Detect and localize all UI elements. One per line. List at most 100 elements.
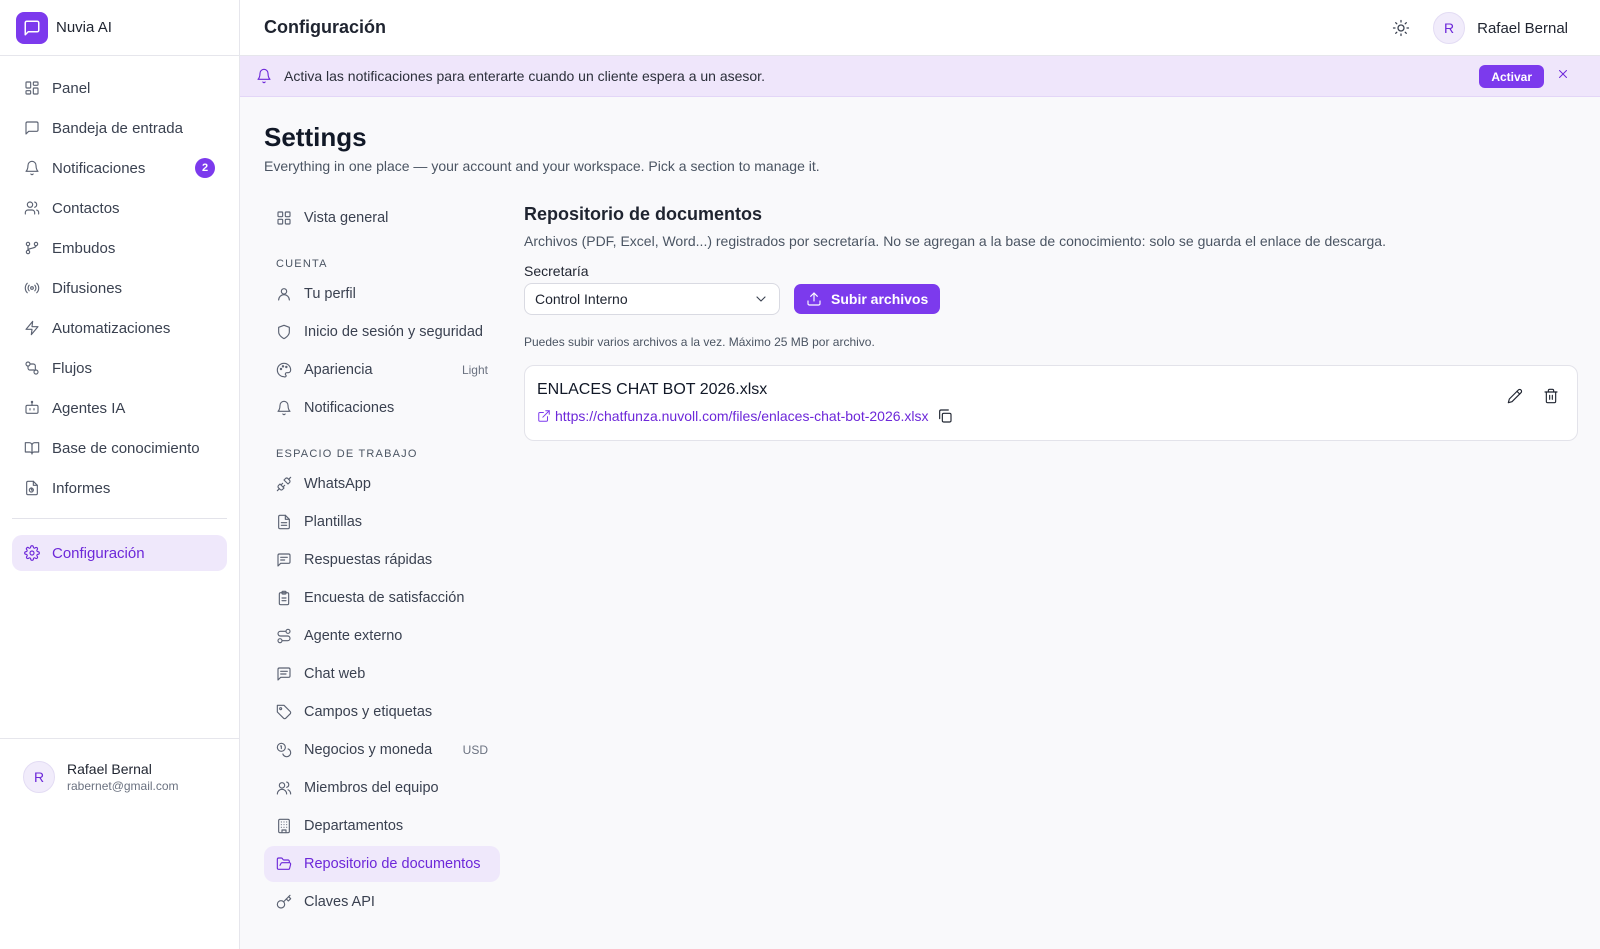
sidebar-item-label: Embudos xyxy=(52,239,116,257)
settings-item-notifications[interactable]: Notificaciones xyxy=(264,390,500,426)
sidebar-item-settings[interactable]: Configuración xyxy=(12,535,227,571)
settings-item-label: Campos y etiquetas xyxy=(304,704,433,720)
user-name: Rafael Bernal xyxy=(67,760,152,777)
sidebar-item-label: Agentes IA xyxy=(52,399,126,417)
sun-icon xyxy=(1392,19,1410,37)
chat-logo-icon xyxy=(16,11,48,44)
settings-item-team-members[interactable]: Miembros del equipo xyxy=(264,770,500,806)
settings-item-label: Tu perfil xyxy=(304,286,356,302)
settings-item-security[interactable]: Inicio de sesión y seguridad xyxy=(264,314,500,350)
sidebar-item-label: Flujos xyxy=(52,359,93,377)
settings-item-label: Departamentos xyxy=(304,818,404,834)
tag-icon xyxy=(276,704,292,720)
secretaria-label: Secretaría xyxy=(524,263,589,279)
document-repository-section: Repositorio de documentos Archivos (PDF,… xyxy=(524,204,1578,441)
activate-notifications-button[interactable]: Activar xyxy=(1479,65,1544,88)
settings-item-external-agent[interactable]: Agente externo xyxy=(264,618,500,654)
bot-icon xyxy=(24,400,40,416)
settings-item-overview[interactable]: Vista general xyxy=(264,200,500,236)
settings-item-fields-tags[interactable]: Campos y etiquetas xyxy=(264,694,500,730)
trash-icon[interactable] xyxy=(1539,384,1563,408)
sidebar-item-label: Base de conocimiento xyxy=(52,439,200,457)
sidebar-item-label: Panel xyxy=(52,79,91,97)
secretaria-select[interactable]: Control Interno xyxy=(524,283,780,315)
palette-icon xyxy=(276,362,292,378)
sidebar-item-flows[interactable]: Flujos xyxy=(12,350,227,386)
settings-item-whatsapp[interactable]: WhatsApp xyxy=(264,466,500,502)
topbar: Configuración R Rafael Bernal xyxy=(240,0,1600,56)
pencil-icon[interactable] xyxy=(1503,384,1527,408)
report-icon xyxy=(24,480,40,496)
theme-toggle-button[interactable] xyxy=(1385,12,1417,44)
git-branch-icon xyxy=(24,240,40,256)
broadcast-icon xyxy=(24,280,40,296)
settings-item-appearance[interactable]: Apariencia Light xyxy=(264,352,500,388)
message-square-text-icon xyxy=(276,552,292,568)
zap-icon xyxy=(24,320,40,336)
settings-item-quick-replies[interactable]: Respuestas rápidas xyxy=(264,542,500,578)
settings-item-api-keys[interactable]: Claves API xyxy=(264,884,500,920)
upload-icon xyxy=(806,291,822,307)
building-icon xyxy=(276,818,292,834)
grid-icon xyxy=(276,210,292,226)
copy-icon[interactable] xyxy=(937,408,953,424)
external-link-icon xyxy=(537,409,551,423)
avatar[interactable]: R xyxy=(1433,12,1466,44)
settings-item-label: Negocios y moneda xyxy=(304,742,433,758)
brand[interactable]: Nuvia AI xyxy=(0,0,239,56)
file-name: ENLACES CHAT BOT 2026.xlsx xyxy=(537,381,768,398)
file-text-icon xyxy=(276,514,292,530)
sidebar-item-inbox[interactable]: Bandeja de entrada xyxy=(12,110,227,146)
chat-icon xyxy=(276,666,292,682)
sidebar-item-contacts[interactable]: Contactos xyxy=(12,190,227,226)
settings-item-label: Claves API xyxy=(304,894,375,910)
message-icon xyxy=(24,120,40,136)
settings-group-account: CUENTA xyxy=(276,258,328,270)
settings-item-label: Repositorio de documentos xyxy=(304,856,481,872)
shield-icon xyxy=(276,324,292,340)
settings-item-departments[interactable]: Departamentos xyxy=(264,808,500,844)
settings-item-web-chat[interactable]: Chat web xyxy=(264,656,500,692)
sidebar-item-broadcasts[interactable]: Difusiones xyxy=(12,270,227,306)
sidebar-item-panel[interactable]: Panel xyxy=(12,70,227,106)
section-description: Archivos (PDF, Excel, Word...) registrad… xyxy=(524,233,1386,249)
chevron-down-icon xyxy=(753,291,769,307)
page-subtitle: Everything in one place — your account a… xyxy=(264,158,820,174)
settings-item-label: Respuestas rápidas xyxy=(304,552,433,568)
settings-item-label: Encuesta de satisfacción xyxy=(304,590,465,606)
sidebar-item-notifications[interactable]: Notificaciones 2 xyxy=(12,150,227,186)
settings-item-label: Miembros del equipo xyxy=(304,780,439,796)
sidebar-item-ai-agents[interactable]: Agentes IA xyxy=(12,390,227,426)
folder-open-icon xyxy=(276,856,292,872)
notification-count-badge: 2 xyxy=(195,158,215,178)
coins-icon xyxy=(276,742,292,758)
currency-value: USD xyxy=(462,743,488,757)
settings-item-label: WhatsApp xyxy=(304,476,371,492)
sidebar-item-automations[interactable]: Automatizaciones xyxy=(12,310,227,346)
sidebar-user[interactable]: R Rafael Bernal rabernet@gmail.com xyxy=(0,738,240,814)
workflow-icon xyxy=(24,360,40,376)
gear-icon xyxy=(24,545,40,561)
settings-item-deals-currency[interactable]: Negocios y moneda USD xyxy=(264,732,500,768)
upload-files-button[interactable]: Subir archivos xyxy=(794,284,941,314)
upload-hint: Puedes subir varios archivos a la vez. M… xyxy=(524,335,875,349)
settings-item-templates[interactable]: Plantillas xyxy=(264,504,500,540)
settings-item-profile[interactable]: Tu perfil xyxy=(264,276,500,312)
settings-item-survey[interactable]: Encuesta de satisfacción xyxy=(264,580,500,616)
close-icon[interactable] xyxy=(1556,67,1570,81)
file-download-link[interactable]: https://chatfunza.nuvoll.com/files/enlac… xyxy=(555,408,929,424)
settings-item-document-repository[interactable]: Repositorio de documentos xyxy=(264,846,500,882)
sidebar: Nuvia AI Panel Bandeja de entrada Notifi… xyxy=(0,0,240,949)
sidebar-item-label: Contactos xyxy=(52,199,120,217)
book-icon xyxy=(24,440,40,456)
section-title: Repositorio de documentos xyxy=(524,204,763,224)
sidebar-item-reports[interactable]: Informes xyxy=(12,470,227,506)
plug-icon xyxy=(276,476,292,492)
file-card: ENLACES CHAT BOT 2026.xlsx https://chatf… xyxy=(524,365,1578,441)
sidebar-item-funnels[interactable]: Embudos xyxy=(12,230,227,266)
team-icon xyxy=(276,780,292,796)
sidebar-item-knowledge-base[interactable]: Base de conocimiento xyxy=(12,430,227,466)
topbar-user-name[interactable]: Rafael Bernal xyxy=(1477,20,1568,37)
clipboard-icon xyxy=(276,590,292,606)
banner-message: Activa las notificaciones para enterarte… xyxy=(284,68,765,84)
